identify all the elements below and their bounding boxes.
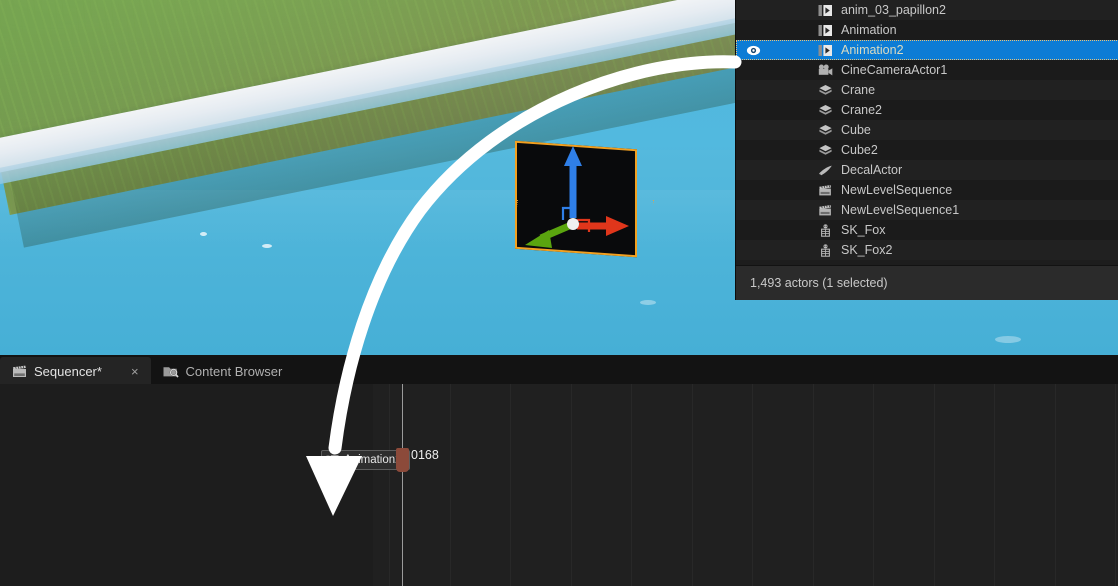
track-outliner-area[interactable] <box>0 384 373 586</box>
outliner-row-label: CineCameraActor1 <box>841 63 947 77</box>
mesh-icon <box>818 84 833 97</box>
outliner-row-sk_fox2[interactable]: SK_Fox2 <box>736 240 1118 260</box>
clapperboard-icon <box>818 184 833 197</box>
outliner-row-label: anim_03_papillon2 <box>841 3 946 17</box>
outliner-row-label: Animation2 <box>841 43 904 57</box>
tab-close-icon[interactable]: × <box>131 364 139 379</box>
row-type-icon <box>814 144 836 157</box>
foam-speck <box>200 232 207 236</box>
outliner-row-label: NewLevelSequence <box>841 183 952 197</box>
content-browser-icon <box>163 365 179 378</box>
outliner-list[interactable]: anim_03_papillon2 Animation Animation2 Cine… <box>736 0 1118 266</box>
unreal-editor-window: anim_03_papillon2 Animation Animation2 Cine… <box>0 0 1118 586</box>
tab-sequencer-label: Sequencer* <box>34 364 102 379</box>
foam-speck <box>262 244 272 248</box>
track-timeline-area[interactable] <box>373 384 1118 586</box>
outliner-row-newlevelsequence1[interactable]: NewLevelSequence1 <box>736 200 1118 220</box>
row-type-icon <box>814 4 836 17</box>
outliner-row-label: Cube <box>841 123 871 137</box>
timeline-gridline <box>510 384 511 586</box>
row-type-icon <box>814 64 836 77</box>
timeline-gridline <box>692 384 693 586</box>
outliner-status-bar: 1,493 actors (1 selected) <box>736 265 1118 300</box>
mesh-icon <box>818 144 833 157</box>
outliner-row-anim_03_papillon2[interactable]: anim_03_papillon2 <box>736 0 1118 20</box>
tab-content-browser[interactable]: Content Browser <box>151 357 295 385</box>
timeline-gridline <box>994 384 995 586</box>
drag-preview-label: Animation2 <box>344 454 402 466</box>
outliner-row-cube[interactable]: Cube <box>736 120 1118 140</box>
timeline-gridline <box>752 384 753 586</box>
timeline-gridline <box>631 384 632 586</box>
outliner-row-label: SK_Fox <box>841 223 885 237</box>
tab-sequencer[interactable]: Sequencer* × <box>0 357 151 385</box>
mesh-icon <box>818 124 833 137</box>
timeline-gridline <box>813 384 814 586</box>
playhead-handle[interactable] <box>396 448 409 472</box>
visibility-eye-icon[interactable] <box>740 45 766 56</box>
outliner-row-label: SK_Fox2 <box>841 243 892 257</box>
outliner-row-label: Crane <box>841 83 875 97</box>
animation-icon <box>818 44 833 57</box>
outliner-row-crane2[interactable]: Crane2 <box>736 100 1118 120</box>
camera-icon <box>818 64 833 77</box>
outliner-row-label: Crane2 <box>841 103 882 117</box>
row-type-icon <box>814 44 836 57</box>
outliner-row-animation[interactable]: Animation <box>736 20 1118 40</box>
sequencer-tracks-area[interactable]: Animation2 <box>0 384 1118 586</box>
outliner-row-cinecameraactor1[interactable]: CineCameraActor1 <box>736 60 1118 80</box>
timeline-gridline <box>1115 384 1116 586</box>
transform-gizmo[interactable] <box>505 140 685 310</box>
animation-icon <box>326 455 339 466</box>
row-type-icon <box>814 124 836 137</box>
decal-icon <box>818 164 833 177</box>
clapperboard-icon <box>818 204 833 217</box>
outliner-row-animation2[interactable]: Animation2 <box>736 40 1118 60</box>
outliner-row-newlevelsequence[interactable]: NewLevelSequence <box>736 180 1118 200</box>
row-type-icon <box>814 24 836 37</box>
timeline-gridline <box>450 384 451 586</box>
outliner-row-crane[interactable]: Crane <box>736 80 1118 100</box>
timeline-gridline <box>873 384 874 586</box>
timeline-gridline <box>389 384 390 586</box>
outliner-row-label: DecalActor <box>841 163 902 177</box>
row-type-icon <box>814 204 836 217</box>
sequencer-panel[interactable]: Sequencer* × Content Browser <box>0 355 1118 586</box>
timeline-gridline <box>571 384 572 586</box>
outliner-row-cube2[interactable]: Cube2 <box>736 140 1118 160</box>
world-outliner-panel[interactable]: anim_03_papillon2 Animation Animation2 Cine… <box>735 0 1118 300</box>
skeleton-icon <box>818 244 833 257</box>
playhead-frame-label: 0168 <box>411 448 439 462</box>
gizmo-axes[interactable] <box>505 140 685 310</box>
row-type-icon <box>814 84 836 97</box>
row-type-icon <box>814 224 836 237</box>
row-type-icon <box>814 244 836 257</box>
panel-tab-bar[interactable]: Sequencer* × Content Browser <box>0 355 1118 385</box>
outliner-row-label: Cube2 <box>841 143 878 157</box>
animation-icon <box>818 4 833 17</box>
timeline-gridline <box>1055 384 1056 586</box>
foam-speck <box>995 336 1021 343</box>
row-type-icon <box>814 164 836 177</box>
outliner-row-label: NewLevelSequence1 <box>841 203 959 217</box>
outliner-row-label: Animation <box>841 23 897 37</box>
skeleton-icon <box>818 224 833 237</box>
timeline-gridline <box>934 384 935 586</box>
mesh-icon <box>818 104 833 117</box>
tab-content-browser-label: Content Browser <box>186 364 283 379</box>
row-type-icon <box>814 104 836 117</box>
outliner-row-sk_fox[interactable]: SK_Fox <box>736 220 1118 240</box>
outliner-row-decalactor[interactable]: DecalActor <box>736 160 1118 180</box>
animation-icon <box>818 24 833 37</box>
playhead-line <box>402 384 403 586</box>
clapperboard-icon <box>12 365 27 378</box>
row-type-icon <box>814 184 836 197</box>
